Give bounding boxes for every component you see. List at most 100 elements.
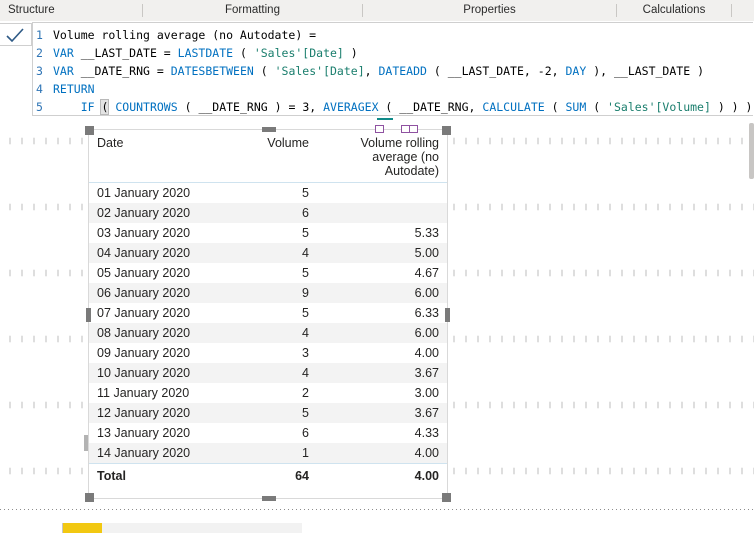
- cell-date: 02 January 2020: [97, 206, 191, 220]
- cell-rolling-average: 3.00: [414, 386, 439, 400]
- formula-token: -2: [537, 64, 552, 78]
- formula-token: ,: [551, 64, 566, 78]
- formula-token: __DATE_RNG: [399, 100, 469, 114]
- formula-text-area[interactable]: 1 Volume rolling average (no Autodate) = 2…: [32, 22, 753, 116]
- formula-token: RETURN: [53, 82, 95, 96]
- formula-token: ,: [309, 100, 324, 114]
- resize-handle-top-right[interactable]: [442, 126, 451, 135]
- table-row[interactable]: 03 January 2020 5 5.33: [89, 223, 447, 243]
- table-row[interactable]: 12 January 2020 5 3.67: [89, 403, 447, 423]
- resize-handle-top-left[interactable]: [85, 126, 94, 135]
- cell-date: 04 January 2020: [97, 246, 191, 260]
- page-bar-edge: [62, 523, 63, 533]
- formula-token: VAR: [53, 64, 81, 78]
- tab-formatting[interactable]: Formatting: [143, 0, 362, 21]
- resize-handle-top-center[interactable]: [262, 127, 276, 132]
- formula-line[interactable]: VAR __LAST_DATE = LASTDATE ( 'Sales'[Dat…: [53, 44, 358, 62]
- total-label: Total: [89, 463, 225, 488]
- tab-separator: [731, 4, 732, 17]
- cell-rolling-average: [317, 203, 447, 223]
- formula-token: __DATE_RNG: [198, 100, 268, 114]
- cell-date: 09 January 2020: [97, 346, 191, 360]
- cell-volume: 5: [302, 406, 309, 420]
- table-row[interactable]: 07 January 2020 5 6.33: [89, 303, 447, 323]
- formula-token: 'Sales'[Date]: [253, 46, 344, 60]
- table-row[interactable]: 08 January 2020 4 6.00: [89, 323, 447, 343]
- formula-token: (: [426, 64, 448, 78]
- formula-token: ) =: [267, 100, 303, 114]
- cell-rolling-average: 3.67: [414, 366, 439, 380]
- tab-calculations-label: Calculations: [642, 4, 706, 16]
- resize-handle-bottom-right[interactable]: [442, 493, 451, 502]
- formula-token: ) ) ): [717, 100, 753, 114]
- cell-volume: 4: [302, 246, 309, 260]
- cell-rolling-average: 6.00: [414, 326, 439, 340]
- resize-handle-bottom-center[interactable]: [262, 496, 276, 501]
- column-header-rolling-average[interactable]: Volume rolling average (no Autodate): [317, 130, 447, 183]
- formula-token: VAR: [53, 46, 81, 60]
- tab-separator: [362, 4, 363, 17]
- cell-rolling-average: 4.00: [414, 446, 439, 460]
- table-body: 01 January 2020 5 02 January 2020 6 03 Janua…: [89, 183, 447, 488]
- ribbon-tab-strip: Structure Formatting Properties Calculat…: [0, 0, 754, 22]
- formula-line[interactable]: VAR __DATE_RNG = DATESBETWEEN ( 'Sales'[…: [53, 62, 704, 80]
- cell-rolling-average: 4.00: [414, 346, 439, 360]
- formula-line-number: 4: [36, 82, 43, 96]
- formula-line[interactable]: IF ( COUNTROWS ( __DATE_RNG ) = 3, AVERA…: [53, 98, 754, 116]
- formula-token: ): [343, 46, 358, 60]
- formula-token: (: [378, 100, 400, 114]
- table-row[interactable]: 09 January 2020 3 4.00: [89, 343, 447, 363]
- table-row[interactable]: 11 January 2020 2 3.00: [89, 383, 447, 403]
- page-bar-indicator[interactable]: [62, 523, 102, 533]
- resize-handle-right-middle[interactable]: [445, 308, 450, 322]
- formula-token: COUNTROWS: [115, 100, 178, 114]
- formula-token: DATEADD: [378, 64, 427, 78]
- table-row[interactable]: 01 January 2020 5: [89, 183, 447, 204]
- cell-date: 03 January 2020: [97, 226, 191, 240]
- tab-calculations[interactable]: Calculations: [617, 0, 731, 21]
- resize-handle-left-middle[interactable]: [86, 308, 91, 322]
- formula-token: __LAST_DATE: [447, 64, 524, 78]
- table-row[interactable]: 04 January 2020 4 5.00: [89, 243, 447, 263]
- report-canvas[interactable]: Date Volume Volume rolling average (no A…: [0, 117, 754, 511]
- formula-line[interactable]: RETURN: [53, 80, 95, 98]
- resize-handle-bottom-left[interactable]: [85, 493, 94, 502]
- formula-token: =: [156, 46, 178, 60]
- table-row[interactable]: 06 January 2020 9 6.00: [89, 283, 447, 303]
- formula-token: CALCULATE: [482, 100, 545, 114]
- cell-date: 14 January 2020: [97, 446, 191, 460]
- tab-properties[interactable]: Properties: [363, 0, 616, 21]
- formula-line-number: 2: [36, 46, 43, 60]
- formula-token: ),: [586, 64, 614, 78]
- cell-date: 01 January 2020: [97, 186, 191, 200]
- formula-token: AVERAGEX: [323, 100, 379, 114]
- cell-rolling-average: 4.33: [414, 426, 439, 440]
- table-row[interactable]: 14 January 2020 1 4.00: [89, 443, 447, 464]
- formula-line[interactable]: Volume rolling average (no Autodate) =: [53, 26, 316, 44]
- cell-date: 06 January 2020: [97, 286, 191, 300]
- table-visual[interactable]: Date Volume Volume rolling average (no A…: [85, 118, 451, 502]
- cell-date: 13 January 2020: [97, 426, 191, 440]
- cell-volume: 6: [302, 206, 309, 220]
- tab-separator: [142, 4, 143, 17]
- tab-properties-label: Properties: [463, 4, 516, 16]
- total-rolling-average: 4.00: [317, 463, 447, 488]
- tab-structure[interactable]: Structure: [8, 0, 128, 21]
- table-row[interactable]: 05 January 2020 5 4.67: [89, 263, 447, 283]
- column-header-date[interactable]: Date: [89, 130, 225, 183]
- cell-volume: 3: [302, 346, 309, 360]
- cell-rolling-average: 4.67: [414, 266, 439, 280]
- table-row[interactable]: 02 January 2020 6: [89, 203, 447, 223]
- table-header-row: Date Volume Volume rolling average (no A…: [89, 130, 447, 183]
- table-visual-grid: Date Volume Volume rolling average (no A…: [89, 130, 447, 488]
- column-header-volume[interactable]: Volume: [225, 130, 317, 183]
- canvas-vertical-scrollbar[interactable]: [749, 123, 754, 179]
- cell-date: 05 January 2020: [97, 266, 191, 280]
- table-scroll-thumb[interactable]: [84, 435, 88, 451]
- formula-token: =: [149, 64, 171, 78]
- tab-structure-label: Structure: [8, 4, 55, 16]
- commit-formula-button[interactable]: [0, 23, 32, 46]
- table-row[interactable]: 10 January 2020 4 3.67: [89, 363, 447, 383]
- cell-date: 12 January 2020: [97, 406, 191, 420]
- table-row[interactable]: 13 January 2020 6 4.33: [89, 423, 447, 443]
